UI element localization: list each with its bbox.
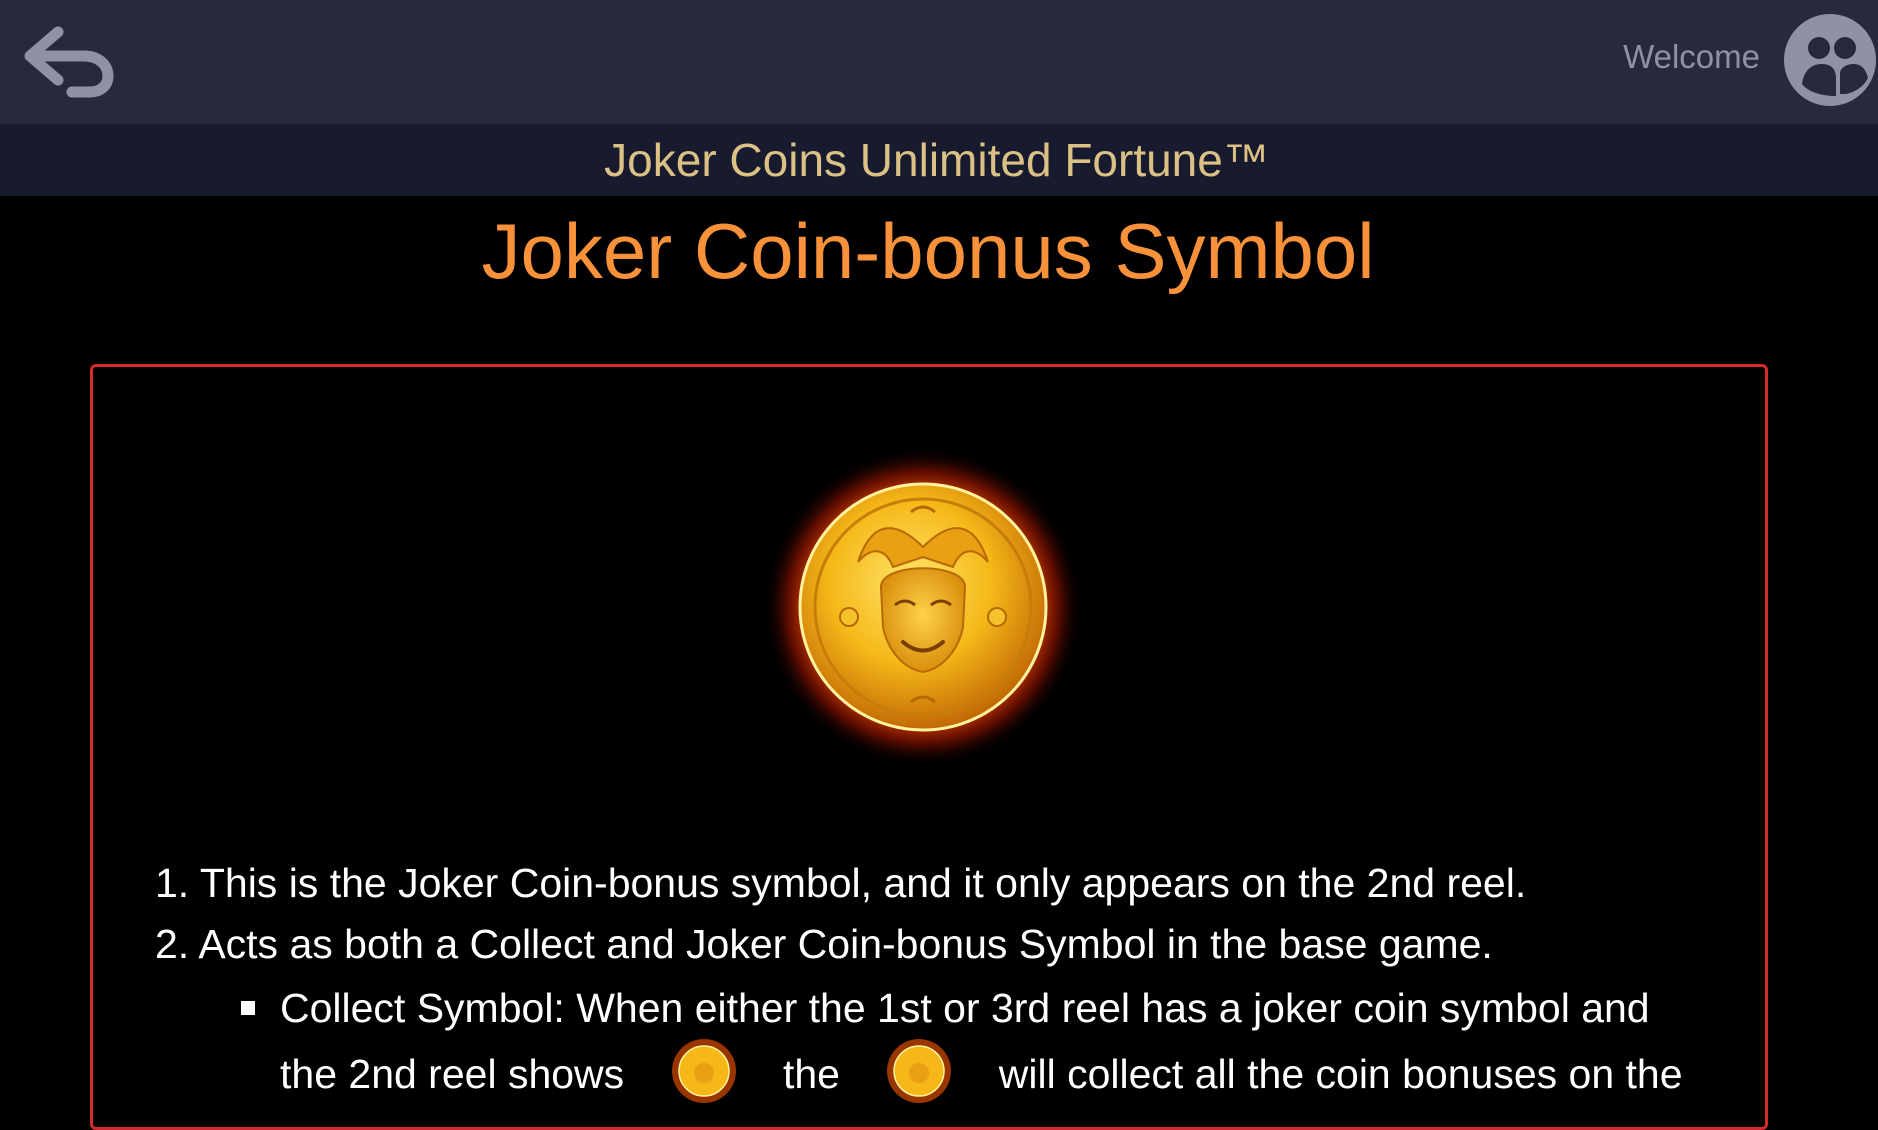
game-title: Joker Coins Unlimited Fortune™ [604, 134, 1269, 186]
sub-rule-text-a: the 2nd reel shows [280, 1051, 625, 1097]
welcome-text: Welcome [1623, 38, 1760, 75]
sub-rule-line-1: Collect Symbol: When either the 1st or 3… [280, 985, 1650, 1031]
joker-coin-symbol-image [763, 447, 1083, 767]
rule-item-1: 1. This is the Joker Coin-bonus symbol, … [155, 860, 1527, 906]
back-arrow-icon [24, 26, 114, 98]
bullet-icon [241, 1001, 255, 1015]
sub-rule-line-2: the 2nd reel shows the will collect all … [280, 1039, 1725, 1109]
sub-rule-collect: Collect Symbol: When either the 1st or 3… [155, 975, 1725, 1109]
rule-item-2: 2. Acts as both a Collect and Joker Coin… [155, 921, 1493, 967]
game-title-bar: Joker Coins Unlimited Fortune™ [0, 124, 1878, 196]
rules-list: 1. This is the Joker Coin-bonus symbol, … [155, 853, 1725, 1109]
user-avatar-button[interactable] [1782, 12, 1878, 108]
section-title: Joker Coin-bonus Symbol [481, 207, 1375, 295]
mini-coin-icon [671, 1039, 736, 1104]
joker-coin-icon [763, 447, 1083, 767]
sub-rule-text-b: the [782, 1051, 840, 1097]
sub-rule-text-c: will collect all the coin bonuses on the [998, 1051, 1683, 1097]
back-button[interactable] [22, 22, 118, 98]
user-avatar-icon [1784, 14, 1876, 106]
top-bar: Welcome [0, 0, 1878, 124]
symbol-info-panel: 1. This is the Joker Coin-bonus symbol, … [90, 364, 1768, 1130]
mini-coin-icon [887, 1039, 952, 1104]
